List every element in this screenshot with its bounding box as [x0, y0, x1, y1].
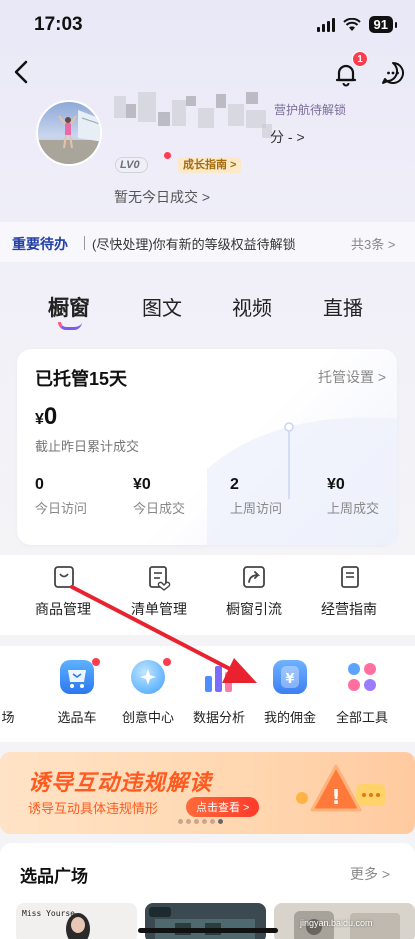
avatar[interactable]	[36, 100, 102, 166]
selection-title: 选品广场	[20, 867, 88, 886]
app-product-cart[interactable]: 选品车	[37, 707, 117, 726]
divider	[84, 236, 85, 250]
todo-count[interactable]: 共3条 >	[351, 234, 395, 253]
banner-title: 诱导互动违规解读	[28, 770, 213, 795]
commission-icon[interactable]: ¥	[273, 660, 307, 694]
stat-label: 上周成交	[327, 501, 380, 516]
product-bag-icon[interactable]	[50, 563, 78, 591]
status-icons: 91	[316, 16, 398, 33]
online-dot	[164, 152, 171, 159]
managed-settings-link[interactable]: 托管设置 >	[318, 367, 386, 387]
level-badge[interactable]: LV0	[115, 157, 148, 173]
stat-label: 今日成交	[133, 501, 186, 516]
carousel-dots	[178, 819, 223, 824]
todo-text[interactable]: (尽快处理)你有新的等级权益待解锁	[92, 234, 296, 253]
battery-icon: 91	[368, 16, 398, 33]
svg-text:!: !	[331, 785, 340, 809]
bulb-icon[interactable]	[131, 660, 165, 694]
app-badge-dot	[163, 658, 171, 666]
banner-view-button[interactable]: 点击查看 >	[186, 797, 260, 817]
tool-business-guide[interactable]: 经营指南	[309, 599, 389, 619]
product-thumb[interactable]	[145, 903, 266, 939]
tool-list-management[interactable]: 清单管理	[119, 599, 199, 619]
stat-week-visits: 2	[230, 476, 239, 493]
stat-today-deals: ¥0	[133, 476, 151, 493]
app-badge-dot	[92, 658, 100, 666]
tab-graphic[interactable]: 图文	[142, 292, 182, 321]
product-thumb[interactable]: Miss Yourse	[16, 903, 137, 939]
home-indicator	[138, 928, 278, 933]
notification-badge: 1	[352, 51, 368, 67]
svg-text:¥: ¥	[285, 672, 294, 687]
status-time: 17:03	[34, 14, 83, 35]
bar-chart-icon[interactable]	[202, 660, 236, 694]
wifi-icon	[342, 17, 361, 31]
growth-guide-button[interactable]: 成长指南 >	[178, 157, 242, 173]
total-amount: ¥0	[35, 403, 58, 430]
stat-label: 今日访问	[35, 501, 88, 516]
app-label-partial[interactable]: 场	[0, 707, 38, 726]
list-icon[interactable]	[145, 563, 173, 591]
avatar-photo	[38, 110, 100, 164]
managed-title: 已托管15天	[35, 369, 128, 389]
todo-title: 重要待办	[12, 236, 68, 252]
tab-live[interactable]: 直播	[323, 292, 363, 321]
signal-icon	[316, 17, 335, 32]
cart-icon[interactable]	[60, 660, 94, 694]
tab-video[interactable]: 视频	[232, 292, 272, 321]
back-arrow-icon[interactable]	[10, 58, 34, 86]
tool-product-management[interactable]: 商品管理	[23, 599, 103, 619]
selection-more-link[interactable]: 更多 >	[350, 864, 390, 884]
tab-active-indicator	[58, 322, 82, 330]
app-my-commission[interactable]: 我的佣金	[250, 707, 330, 726]
total-amount-label: 截止昨日累计成交	[35, 439, 140, 454]
message-icon[interactable]	[380, 60, 406, 86]
share-icon[interactable]	[240, 563, 268, 591]
app-data-analysis[interactable]: 数据分析	[179, 707, 259, 726]
all-tools-icon[interactable]	[345, 660, 379, 694]
guard-badge: 营护航待解锁	[270, 100, 351, 119]
stat-week-deals: ¥0	[327, 476, 345, 493]
score-text[interactable]: 分 - >	[270, 127, 305, 147]
today-deal-link[interactable]: 暂无今日成交 >	[114, 187, 210, 207]
app-all-tools[interactable]: 全部工具	[322, 707, 402, 726]
tool-showcase-traffic[interactable]: 橱窗引流	[214, 599, 294, 619]
tab-showcase[interactable]: 橱窗	[48, 292, 90, 322]
app-creative-center[interactable]: 创意中心	[108, 707, 188, 726]
banner-subtitle: 诱导互动具体违规情形	[28, 801, 159, 816]
stat-today-visits: 0	[35, 476, 44, 493]
watermark: jingyan.baidu.com	[300, 918, 373, 928]
stat-label: 上周访问	[230, 501, 283, 516]
guide-book-icon[interactable]	[336, 563, 364, 591]
